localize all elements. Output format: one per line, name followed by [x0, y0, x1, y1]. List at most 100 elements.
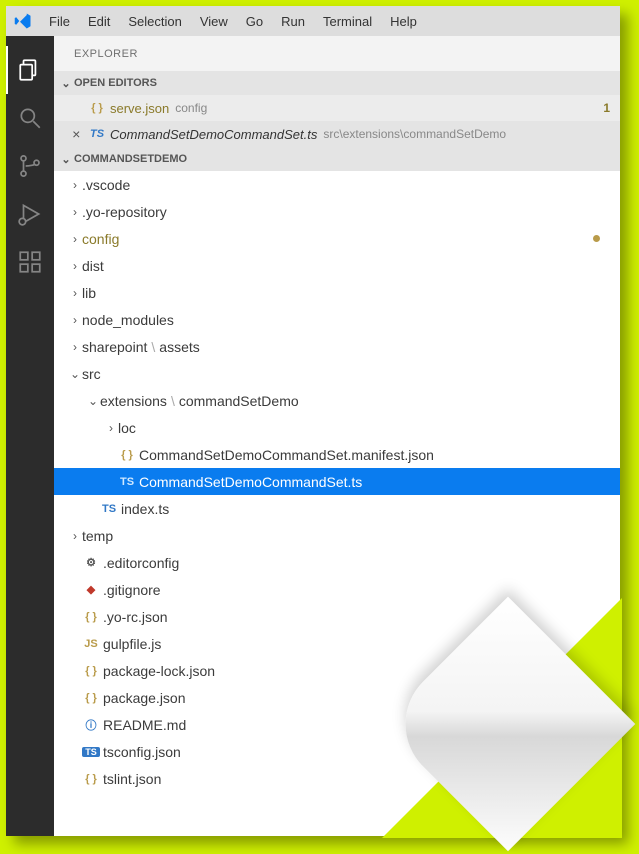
file-type-icon: { } [118, 449, 136, 461]
search-activity-icon[interactable] [6, 94, 54, 142]
tree-file[interactable]: TSCommandSetDemoCommandSet.ts [54, 468, 620, 495]
editor-path: src\extensions\commandSetDemo [323, 127, 506, 141]
file-type-icon: TS [100, 503, 118, 515]
tree-folder[interactable]: ›dist [54, 252, 620, 279]
menu-run[interactable]: Run [272, 14, 314, 29]
tree-folder[interactable]: ›lib [54, 279, 620, 306]
tree-label: .gitignore [103, 582, 161, 598]
chevron-right-icon: › [68, 529, 82, 543]
tree-folder[interactable]: ›node_modules [54, 306, 620, 333]
tree-label: node_modules [82, 312, 174, 328]
sidebar: Explorer ⌄ Open Editors { } serve.json con… [54, 36, 620, 836]
file-type-icon: TS [118, 476, 136, 488]
file-type-icon: TS [88, 128, 106, 140]
file-type-icon: { } [88, 102, 106, 114]
tree-label: lib [82, 285, 96, 301]
editor-filename: serve.json [110, 101, 169, 116]
tree-folder[interactable]: ›sharepoint\assets [54, 333, 620, 360]
tree-label: CommandSetDemoCommandSet.ts [139, 474, 362, 490]
menu-selection[interactable]: Selection [119, 14, 190, 29]
sidebar-title: Explorer [54, 36, 620, 71]
menu-file[interactable]: File [40, 14, 79, 29]
tree-label: src [82, 366, 101, 382]
chevron-right-icon: › [104, 421, 118, 435]
tree-folder[interactable]: ›.vscode [54, 171, 620, 198]
tree-file[interactable]: { }package.json [54, 684, 620, 711]
tree-label: tslint.json [103, 771, 161, 787]
menu-view[interactable]: View [191, 14, 237, 29]
file-type-icon: { } [82, 773, 100, 785]
editor-path: config [175, 101, 207, 115]
run-debug-activity-icon[interactable] [6, 190, 54, 238]
tree-label: assets [159, 339, 199, 355]
tree-label: package.json [103, 690, 186, 706]
tree-file[interactable]: TSindex.ts [54, 495, 620, 522]
tree-file[interactable]: ⓘREADME.md [54, 711, 620, 738]
tree-label: extensions [100, 393, 167, 409]
tree-file[interactable]: { }tslint.json [54, 765, 620, 792]
tree-label: index.ts [121, 501, 169, 517]
activity-bar [6, 36, 54, 836]
tree-file[interactable]: ⚙.editorconfig [54, 549, 620, 576]
file-type-icon: { } [82, 665, 100, 677]
tree-file[interactable]: TStsconfig.json [54, 738, 620, 765]
modified-badge: 1 [603, 101, 610, 115]
window-body: Explorer ⌄ Open Editors { } serve.json con… [6, 36, 620, 836]
chevron-down-icon: ⌄ [86, 394, 100, 408]
file-type-icon: ⓘ [82, 717, 100, 733]
tree-label: loc [118, 420, 136, 436]
tree-file[interactable]: JSgulpfile.js [54, 630, 620, 657]
project-label: CommandSetDemo [74, 153, 187, 165]
tree-label: CommandSetDemoCommandSet.manifest.json [139, 447, 434, 463]
tree-file[interactable]: { }CommandSetDemoCommandSet.manifest.jso… [54, 441, 620, 468]
file-type-icon: JS [82, 638, 100, 650]
menu-edit[interactable]: Edit [79, 14, 119, 29]
open-editor-row[interactable]: ×TSCommandSetDemoCommandSet.tssrc\extens… [54, 121, 620, 147]
chevron-right-icon: › [68, 232, 82, 246]
tree-label: .vscode [82, 177, 130, 193]
chevron-right-icon: › [68, 259, 82, 273]
open-editor-row[interactable]: { } serve.json config 1 [54, 95, 620, 121]
file-type-icon: ⚙ [82, 556, 100, 569]
file-tree: ›.vscode›.yo-repository›config›dist›lib›… [54, 171, 620, 836]
tree-folder[interactable]: ⌄extensions\commandSetDemo [54, 387, 620, 414]
tree-label: .yo-repository [82, 204, 167, 220]
titlebar: FileEditSelectionViewGoRunTerminalHelp [6, 6, 620, 36]
tree-folder[interactable]: ›loc [54, 414, 620, 441]
tree-label: .editorconfig [103, 555, 179, 571]
chevron-right-icon: › [68, 205, 82, 219]
chevron-right-icon: › [68, 178, 82, 192]
tree-folder[interactable]: ›temp [54, 522, 620, 549]
path-separator: \ [151, 339, 155, 355]
chevron-down-icon: ⌄ [58, 153, 74, 166]
open-editors-label: Open Editors [74, 77, 157, 89]
vscode-logo-icon [14, 12, 32, 30]
tree-folder[interactable]: ›config [54, 225, 620, 252]
tree-label: commandSetDemo [179, 393, 299, 409]
vscode-window: FileEditSelectionViewGoRunTerminalHelp E… [6, 6, 620, 836]
menu-go[interactable]: Go [237, 14, 272, 29]
open-editors-list: { } serve.json config 1 ×TSCommandSetDemoCom… [54, 95, 620, 147]
tree-label: dist [82, 258, 104, 274]
explorer-activity-icon[interactable] [6, 46, 54, 94]
chevron-down-icon: ⌄ [68, 367, 82, 381]
tree-file[interactable]: { }package-lock.json [54, 657, 620, 684]
path-separator: \ [171, 393, 175, 409]
tree-label: gulpfile.js [103, 636, 161, 652]
source-control-activity-icon[interactable] [6, 142, 54, 190]
menu-help[interactable]: Help [381, 14, 426, 29]
tree-file[interactable]: { }.yo-rc.json [54, 603, 620, 630]
chevron-right-icon: › [68, 286, 82, 300]
tree-folder[interactable]: ›.yo-repository [54, 198, 620, 225]
project-header[interactable]: ⌄ CommandSetDemo [54, 147, 620, 171]
chevron-right-icon: › [68, 313, 82, 327]
tree-label: temp [82, 528, 113, 544]
tree-folder[interactable]: ⌄src [54, 360, 620, 387]
file-type-icon: TS [82, 747, 100, 757]
extensions-activity-icon[interactable] [6, 238, 54, 286]
open-editors-header[interactable]: ⌄ Open Editors [54, 71, 620, 95]
menu-terminal[interactable]: Terminal [314, 14, 381, 29]
tree-file[interactable]: ◆.gitignore [54, 576, 620, 603]
tree-label: tsconfig.json [103, 744, 181, 760]
close-icon[interactable]: × [72, 126, 88, 142]
